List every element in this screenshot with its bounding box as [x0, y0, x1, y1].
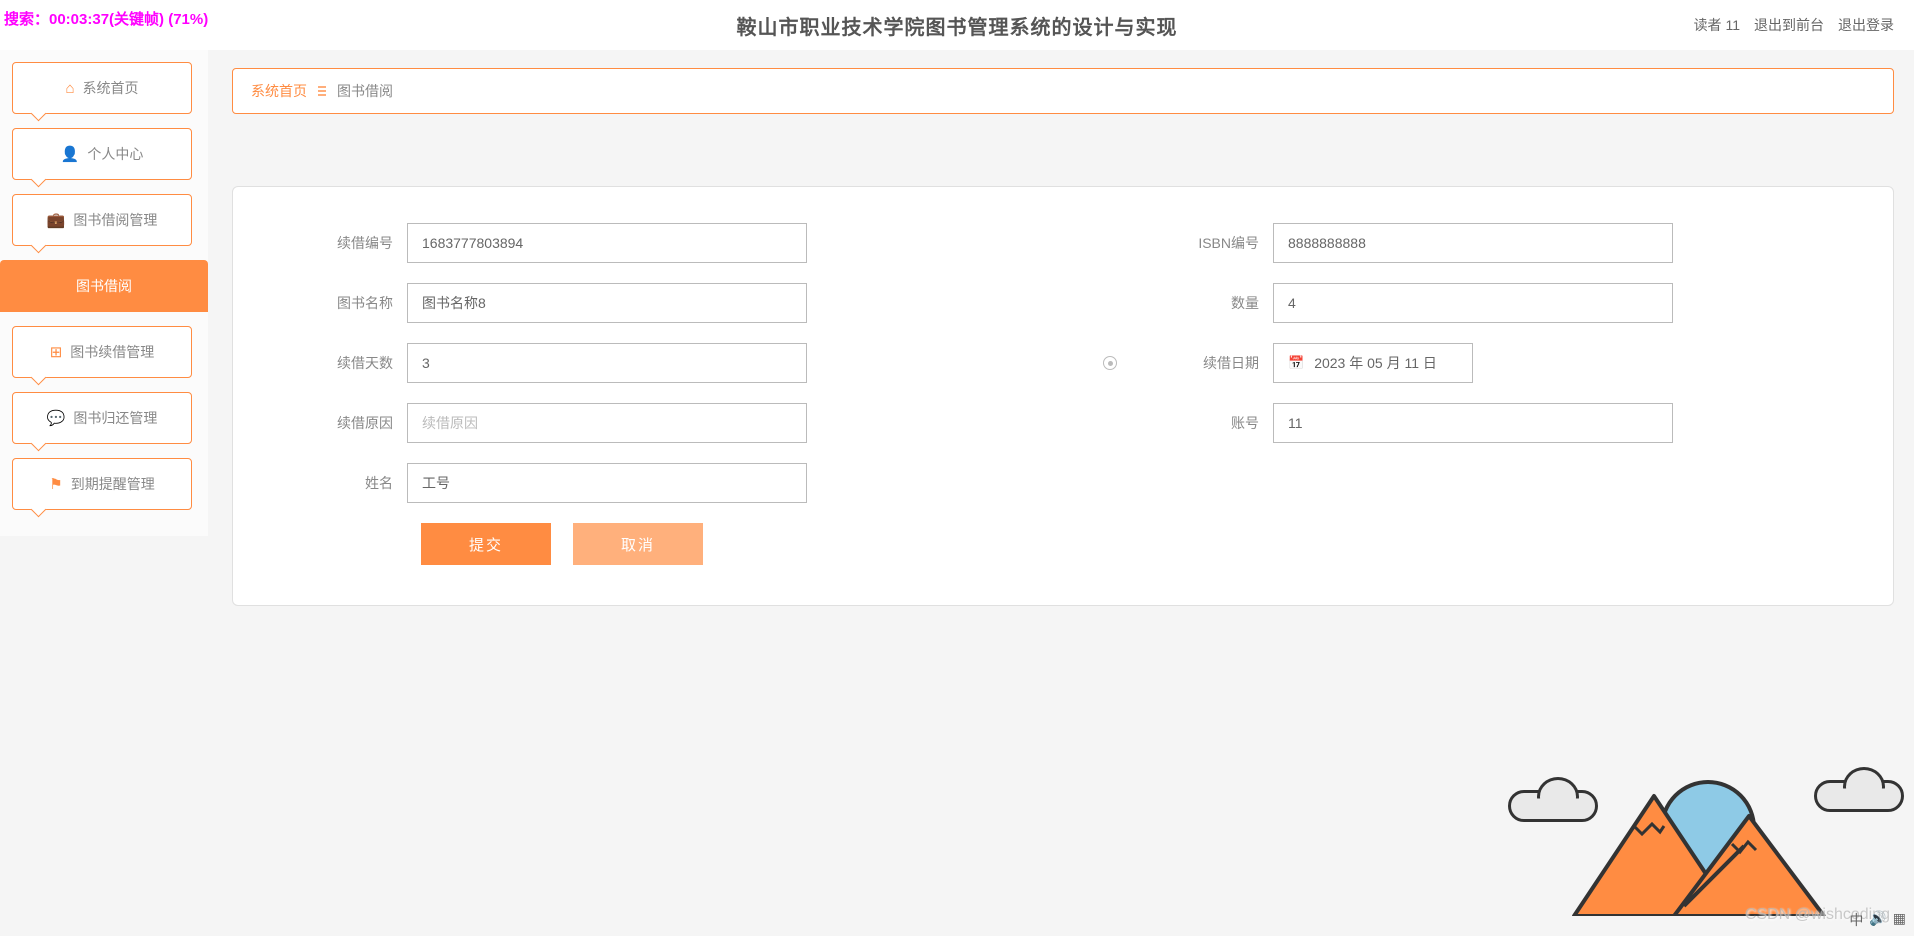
- renew-days-input[interactable]: [407, 343, 807, 383]
- isbn-input[interactable]: [1273, 223, 1673, 263]
- browser-status-icons: 中 🔊 ▦: [1849, 910, 1906, 930]
- user-icon: 👤: [61, 145, 80, 163]
- sidebar-item-label: 图书续借管理: [70, 342, 154, 362]
- sidebar-item-renew-mgmt[interactable]: ⊞ 图书续借管理: [12, 326, 192, 378]
- renew-no-input[interactable]: [407, 223, 807, 263]
- form-card: 续借编号 ISBN编号 图书名称 数量 续借天数: [232, 186, 1894, 606]
- sidebar-item-due-mgmt[interactable]: ⚑ 到期提醒管理: [12, 458, 192, 510]
- label-renew-days: 续借天数: [297, 353, 407, 373]
- label-renew-no: 续借编号: [297, 233, 407, 253]
- sidebar-item-profile[interactable]: 👤 个人中心: [12, 128, 192, 180]
- label-isbn: ISBN编号: [1183, 233, 1273, 253]
- sidebar-item-borrow-mgmt[interactable]: 💼 图书借阅管理: [12, 194, 192, 246]
- radio-icon[interactable]: [1103, 356, 1117, 370]
- sidebar-item-label: 个人中心: [87, 144, 143, 164]
- account-input[interactable]: [1273, 403, 1673, 443]
- breadcrumb-current: 图书借阅: [337, 81, 393, 101]
- button-row: 提交 取消: [297, 523, 1829, 565]
- sidebar-item-label: 图书归还管理: [73, 408, 157, 428]
- quantity-input[interactable]: [1273, 283, 1673, 323]
- decorative-illustration: [1504, 726, 1904, 926]
- sidebar-item-label: 图书借阅: [76, 276, 132, 296]
- recording-overlay: 搜索：00:03:37(关键帧) (71%): [4, 8, 208, 29]
- main-content: 系统首页 图书借阅 续借编号 ISBN编号 图书名称 数量: [232, 68, 1894, 606]
- book-name-input[interactable]: [407, 283, 807, 323]
- sidebar-item-return-mgmt[interactable]: 💬 图书归还管理: [12, 392, 192, 444]
- grid-view-icon: ▦: [1893, 910, 1906, 930]
- label-renew-reason: 续借原因: [297, 413, 407, 433]
- user-label[interactable]: 读者 11: [1694, 15, 1740, 35]
- page-title: 鞍山市职业技术学院图书管理系统的设计与实现: [737, 11, 1178, 40]
- sidebar-item-label: 系统首页: [83, 78, 139, 98]
- zoom-icon: 中: [1849, 910, 1863, 930]
- breadcrumb: 系统首页 图书借阅: [232, 68, 1894, 114]
- chat-icon: 💬: [47, 409, 66, 427]
- renew-reason-input[interactable]: [407, 403, 807, 443]
- sidebar: ⌂ 系统首页 👤 个人中心 💼 图书借阅管理 图书借阅 ⊞ 图书续借管理 💬 图…: [0, 50, 208, 536]
- breadcrumb-separator-icon: [317, 86, 327, 96]
- app-header: 鞍山市职业技术学院图书管理系统的设计与实现 读者 11 退出到前台 退出登录: [0, 0, 1914, 50]
- sidebar-item-home[interactable]: ⌂ 系统首页: [12, 62, 192, 114]
- breadcrumb-home[interactable]: 系统首页: [251, 81, 307, 101]
- renew-date-value: 2023 年 05 月 11 日: [1314, 353, 1437, 373]
- sidebar-item-label: 到期提醒管理: [71, 474, 155, 494]
- briefcase-icon: 💼: [47, 211, 66, 229]
- header-right: 读者 11 退出到前台 退出登录: [1694, 0, 1894, 50]
- label-name: 姓名: [297, 473, 407, 493]
- front-link[interactable]: 退出到前台: [1754, 15, 1824, 35]
- mountain-icon: [1564, 786, 1824, 916]
- label-quantity: 数量: [1183, 293, 1273, 313]
- cancel-button[interactable]: 取消: [573, 523, 703, 565]
- name-input[interactable]: [407, 463, 807, 503]
- calendar-icon: 📅: [1288, 355, 1304, 371]
- label-book-name: 图书名称: [297, 293, 407, 313]
- label-renew-date: 续借日期: [1183, 353, 1273, 373]
- flag-icon: ⚑: [49, 475, 62, 493]
- grid-icon: ⊞: [50, 343, 63, 361]
- sidebar-item-borrow[interactable]: 图书借阅: [0, 260, 208, 312]
- sidebar-item-label: 图书借阅管理: [73, 210, 157, 230]
- label-account: 账号: [1183, 413, 1273, 433]
- sound-icon: 🔊: [1869, 910, 1886, 930]
- logout-link[interactable]: 退出登录: [1838, 15, 1894, 35]
- home-icon: ⌂: [65, 80, 74, 97]
- renew-date-input[interactable]: 📅 2023 年 05 月 11 日: [1273, 343, 1473, 383]
- submit-button[interactable]: 提交: [421, 523, 551, 565]
